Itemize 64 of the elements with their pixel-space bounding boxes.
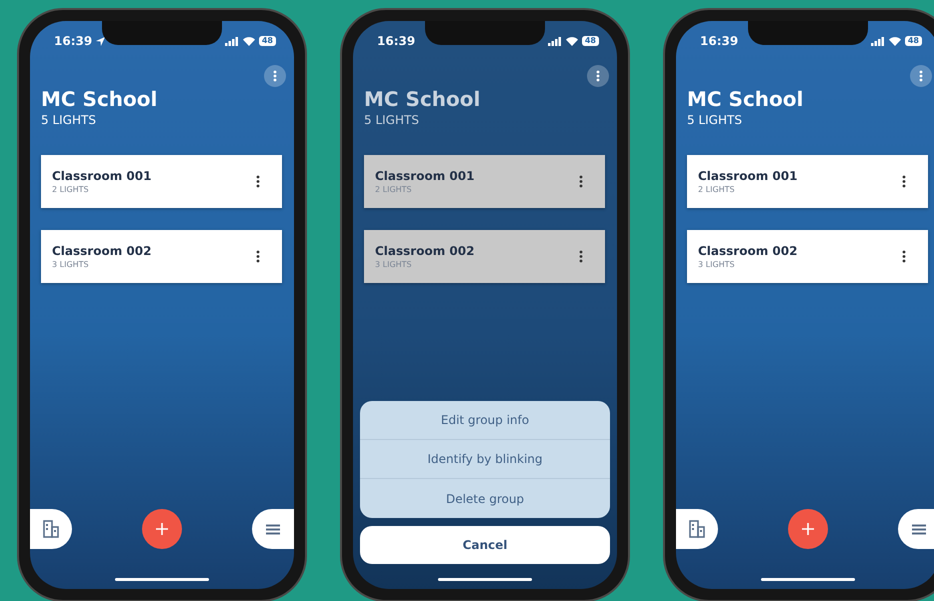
building-button[interactable] bbox=[676, 509, 718, 549]
group-card[interactable]: Classroom 002 3 LIGHTS bbox=[687, 230, 928, 283]
add-button[interactable] bbox=[788, 509, 828, 549]
group-light-count: 2 LIGHTS bbox=[375, 185, 413, 194]
building-button[interactable] bbox=[30, 509, 72, 549]
more-options-icon[interactable] bbox=[902, 250, 906, 263]
group-name: Classroom 001 bbox=[52, 169, 152, 183]
light-count: 5 LIGHTS bbox=[40, 112, 97, 127]
light-count: 5 LIGHTS bbox=[363, 112, 420, 127]
more-options-icon bbox=[273, 70, 277, 82]
group-name: Classroom 001 bbox=[698, 169, 798, 183]
signal-icon bbox=[870, 36, 885, 46]
cancel-button[interactable]: Cancel bbox=[360, 526, 610, 564]
group-card[interactable]: Classroom 001 2 LIGHTS bbox=[687, 155, 928, 208]
group-card[interactable]: Classroom 001 2 LIGHTS bbox=[41, 155, 282, 208]
more-options-icon bbox=[919, 70, 923, 82]
battery-level: 48 bbox=[258, 36, 276, 46]
more-options-icon[interactable] bbox=[256, 250, 260, 263]
wifi-icon bbox=[888, 36, 901, 46]
group-name: Classroom 002 bbox=[375, 244, 476, 258]
group-light-count: 2 LIGHTS bbox=[52, 185, 90, 194]
plus-icon bbox=[155, 522, 169, 536]
battery-level: 48 bbox=[582, 36, 599, 46]
menu-button[interactable] bbox=[898, 509, 934, 549]
more-options-button[interactable] bbox=[587, 65, 609, 87]
group-name: Classroom 002 bbox=[52, 244, 152, 258]
group-name: Classroom 001 bbox=[375, 169, 476, 183]
group-name: Classroom 002 bbox=[698, 244, 798, 258]
group-card[interactable]: Classroom 002 3 LIGHTS bbox=[364, 230, 605, 283]
menu-icon bbox=[266, 524, 280, 534]
location-title: MC School bbox=[40, 87, 158, 111]
more-options-icon[interactable] bbox=[579, 175, 583, 188]
more-options-icon[interactable] bbox=[902, 175, 906, 188]
battery-level: 48 bbox=[904, 36, 922, 46]
add-button[interactable] bbox=[142, 509, 182, 549]
group-card[interactable]: Classroom 002 3 LIGHTS bbox=[41, 230, 282, 283]
action-item[interactable]: Edit group info bbox=[360, 401, 610, 440]
light-count: 5 LIGHTS bbox=[686, 112, 743, 127]
action-item[interactable]: Delete group bbox=[360, 479, 610, 518]
menu-icon bbox=[912, 524, 926, 534]
building-icon bbox=[43, 520, 59, 538]
signal-icon bbox=[224, 36, 239, 46]
more-options-button[interactable] bbox=[910, 65, 932, 87]
building-icon bbox=[689, 520, 705, 538]
location-title: MC School bbox=[363, 87, 482, 111]
group-light-count: 3 LIGHTS bbox=[375, 260, 413, 269]
wifi-icon bbox=[566, 36, 578, 46]
status-time: 16:39 bbox=[54, 34, 92, 48]
wifi-icon bbox=[242, 36, 255, 46]
status-time: 16:39 bbox=[377, 34, 416, 48]
more-options-icon[interactable] bbox=[256, 175, 260, 188]
group-light-count: 3 LIGHTS bbox=[698, 260, 736, 269]
group-light-count: 3 LIGHTS bbox=[52, 260, 90, 269]
more-options-icon bbox=[596, 70, 600, 82]
signal-icon bbox=[548, 36, 562, 46]
status-time: 16:39 bbox=[700, 34, 738, 48]
more-options-icon[interactable] bbox=[579, 250, 583, 263]
group-light-count: 2 LIGHTS bbox=[698, 185, 736, 194]
plus-icon bbox=[801, 522, 815, 536]
group-card[interactable]: Classroom 001 2 LIGHTS bbox=[364, 155, 605, 208]
action-item[interactable]: Identify by blinking bbox=[360, 440, 610, 479]
more-options-button[interactable] bbox=[264, 65, 286, 87]
location-title: MC School bbox=[686, 87, 804, 111]
menu-button[interactable] bbox=[252, 509, 294, 549]
